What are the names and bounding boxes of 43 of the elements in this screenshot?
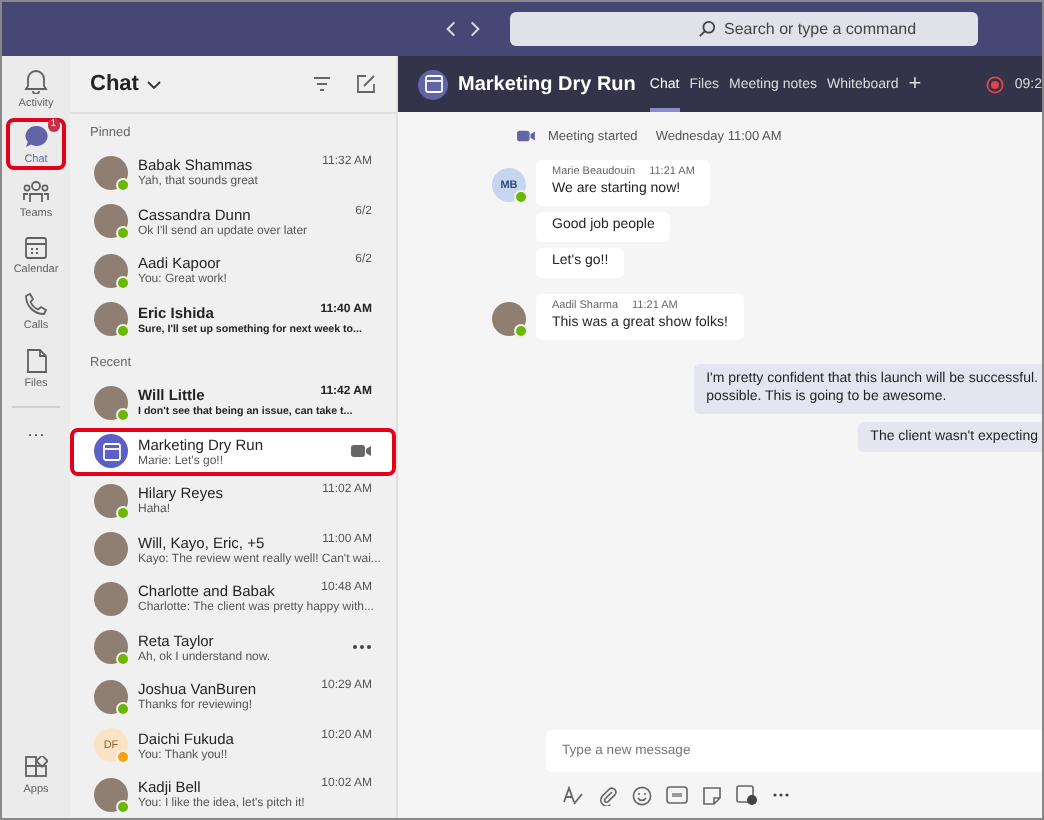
file-icon	[25, 347, 47, 373]
avatar	[94, 253, 128, 288]
phone-icon	[24, 292, 48, 316]
avatar	[94, 581, 128, 616]
search-field[interactable]: Search or type a command	[510, 12, 978, 46]
more-options-icon[interactable]	[352, 644, 372, 651]
avatar	[94, 777, 128, 812]
chevron-down-icon[interactable]	[146, 79, 163, 89]
schedule-meeting-icon[interactable]	[736, 784, 758, 806]
meeting-avatar	[94, 434, 128, 469]
avatar	[94, 385, 128, 420]
avatar	[94, 532, 128, 567]
more-icon[interactable]	[772, 792, 790, 798]
avatar	[94, 483, 128, 518]
forward-icon[interactable]	[470, 20, 480, 38]
avatar	[94, 679, 128, 714]
avatar	[94, 155, 128, 190]
meeting-icon	[418, 69, 448, 99]
video-camera-icon	[516, 128, 536, 144]
paperclip-icon[interactable]	[598, 785, 618, 805]
filter-icon[interactable]	[312, 76, 332, 92]
chat-icon	[23, 123, 49, 149]
emoji-icon[interactable]	[632, 785, 652, 805]
avatar	[94, 302, 128, 337]
calendar-icon	[24, 236, 48, 260]
people-icon	[22, 180, 50, 204]
video-camera-icon[interactable]	[350, 442, 372, 461]
format-icon[interactable]	[562, 785, 584, 805]
gif-icon[interactable]	[666, 786, 688, 804]
conversation-title: Marketing Dry Run	[458, 73, 636, 95]
avatar	[94, 630, 128, 665]
avatar	[492, 302, 526, 336]
recording-icon	[986, 75, 1005, 93]
back-icon[interactable]	[446, 20, 456, 38]
apps-icon	[24, 756, 48, 780]
more-apps-button[interactable]: ···	[27, 424, 45, 444]
compose-icon[interactable]	[356, 74, 376, 94]
add-tab-button[interactable]: +	[908, 72, 922, 96]
sticker-icon[interactable]	[702, 785, 722, 805]
search-icon	[698, 20, 716, 38]
avatar	[94, 204, 128, 239]
bell-icon	[24, 67, 48, 93]
chat-title[interactable]: Chat	[90, 72, 139, 96]
